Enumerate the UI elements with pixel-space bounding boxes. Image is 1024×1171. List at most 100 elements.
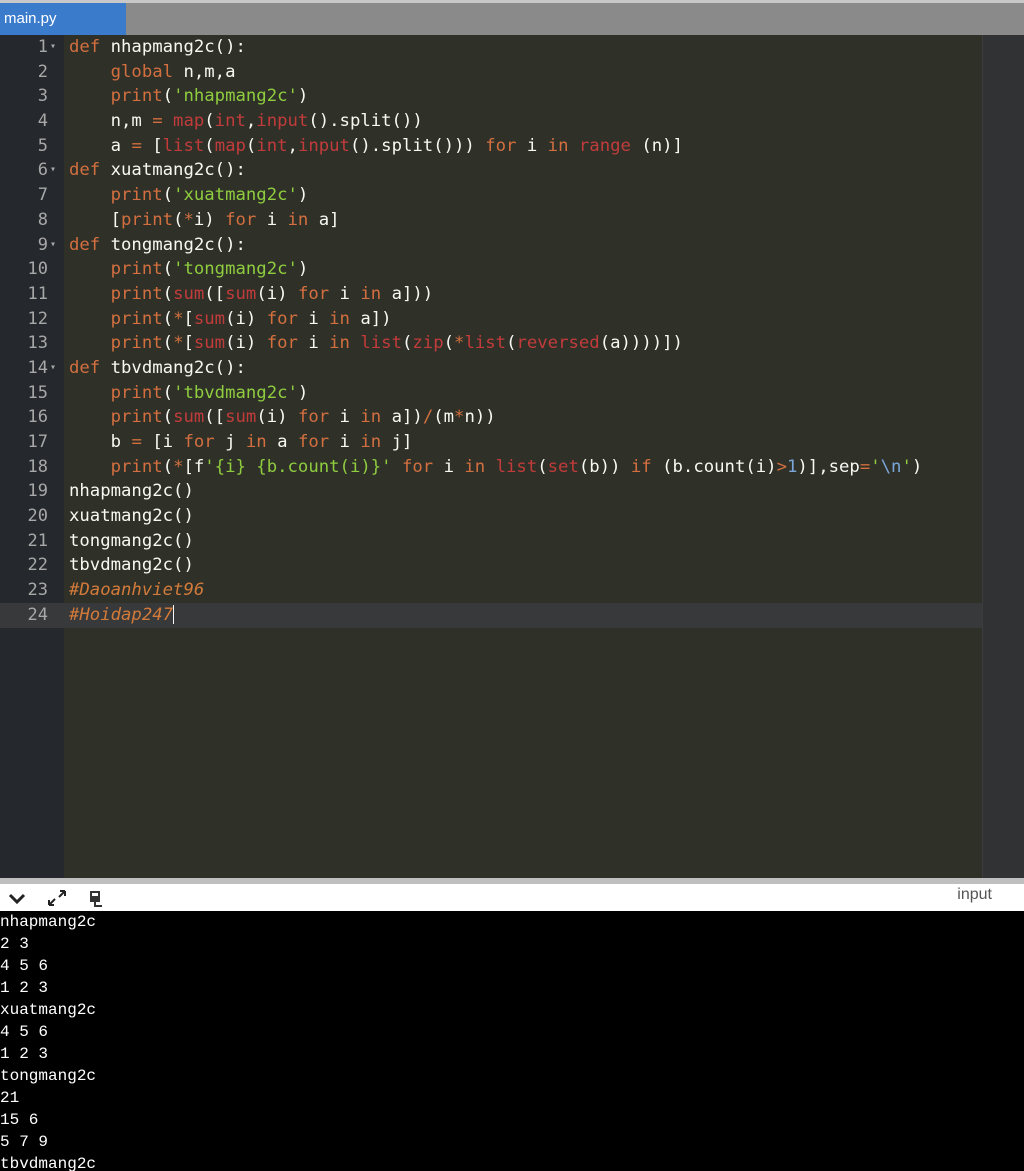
code-line[interactable]: 18 print(*[f'{i} {b.count(i)}' for i in … [0, 455, 1024, 480]
code-token: reversed [516, 333, 600, 354]
expand-icon[interactable] [46, 888, 68, 908]
console-line: tongmang2c [0, 1067, 97, 1085]
code-token: n,m [69, 111, 153, 132]
code-text: tbvdmang2c() [69, 553, 194, 578]
line-number: 22 [27, 555, 48, 576]
code-token: ) [297, 86, 309, 107]
code-line[interactable]: 5 a = [list(map(int,input().split())) fo… [0, 134, 1024, 159]
code-line[interactable]: 24 #Hoidap247 [0, 602, 982, 628]
line-number: 7 [37, 185, 48, 206]
code-token: ' [870, 456, 881, 477]
code-text: print(sum([sum(i) for i in a])) [69, 282, 434, 307]
code-token: (i) [225, 333, 267, 354]
code-text: def nhapmang2c(): [69, 35, 246, 60]
code-line[interactable]: 19 nhapmang2c() [0, 479, 1024, 504]
code-token: i) [193, 209, 226, 230]
code-line[interactable]: 22 tbvdmang2c() [0, 553, 1024, 578]
line-number: 23 [27, 580, 48, 601]
code-line[interactable]: 1 ▾ def nhapmang2c(): [0, 35, 1024, 60]
code-token: for [297, 407, 330, 428]
code-token: 'tbvdmang2c' [173, 382, 298, 403]
code-token: , [287, 135, 298, 156]
fold-arrow-icon[interactable]: ▾ [50, 356, 56, 381]
code-token: / [422, 407, 434, 428]
clear-console-icon[interactable] [86, 888, 108, 908]
code-text: print('xuatmang2c') [69, 183, 309, 208]
code-line[interactable]: 14 ▾ def tbvdmang2c(): [0, 356, 1024, 381]
code-line[interactable]: 17 b = [i for j in a for i in j] [0, 430, 1024, 455]
line-number: 24 [27, 604, 48, 625]
code-line[interactable]: 10 print('tongmang2c') [0, 257, 1024, 282]
code-token: ( [162, 283, 174, 304]
code-line[interactable]: 11 print(sum([sum(i) for i in a])) [0, 282, 1024, 307]
code-token: sum [193, 333, 226, 354]
code-token: in [287, 209, 309, 230]
code-line[interactable]: 13 print(*[sum(i) for i in list(zip(*lis… [0, 331, 1024, 356]
code-line[interactable]: 3 print('nhapmang2c') [0, 84, 1024, 109]
code-line[interactable]: 20 xuatmang2c() [0, 504, 1024, 529]
code-token: global [110, 61, 174, 82]
code-line[interactable]: 7 print('xuatmang2c') [0, 183, 1024, 208]
text-cursor [173, 605, 175, 625]
code-line[interactable]: 21 tongmang2c() [0, 529, 1024, 554]
input-label[interactable]: input [957, 886, 992, 904]
code-line[interactable]: 23 #Daoanhviet96 [0, 578, 1024, 603]
code-token: [ [183, 308, 194, 329]
code-token: i [433, 456, 465, 477]
code-token: print [121, 209, 174, 230]
code-token: i [297, 333, 330, 354]
code-token: (m [433, 407, 455, 428]
code-token: '{i} {b.count(i)}' [204, 456, 392, 477]
fold-arrow-icon[interactable]: ▾ [50, 35, 56, 60]
code-line[interactable]: 6 ▾ def xuatmang2c(): [0, 158, 1024, 183]
code-line[interactable]: 8 [print(*i) for i in a] [0, 208, 1024, 233]
code-token: j] [381, 432, 413, 452]
code-line[interactable]: 4 n,m = map(int,input().split()) [0, 109, 1024, 134]
code-token: = [131, 432, 142, 452]
code-line[interactable]: 12 print(*[sum(i) for i in a]) [0, 307, 1024, 332]
code-editor[interactable]: 1 ▾ def nhapmang2c(): 2 global n,m,a 3 print… [0, 35, 1024, 878]
line-number: 20 [27, 506, 48, 527]
fold-arrow-icon[interactable]: ▾ [50, 233, 56, 258]
tab-main-py[interactable]: main.py [0, 3, 126, 35]
code-token: def [69, 357, 101, 378]
code-text: b = [i for j in a for i in j] [69, 430, 413, 455]
line-number: 14 [27, 357, 48, 378]
code-token: #Hoidap247 [69, 604, 174, 625]
code-line[interactable]: 15 print('tbvdmang2c') [0, 381, 1024, 406]
code-line[interactable]: 9 ▾ def tongmang2c(): [0, 233, 1024, 258]
code-token: a [266, 432, 298, 452]
code-token: = [131, 135, 142, 156]
code-text: #Hoidap247 [69, 603, 175, 628]
code-token: in [329, 333, 350, 354]
code-line[interactable]: 16 print(sum([sum(i) for i in a])/(m*n)) [0, 405, 1024, 430]
code-token: input [256, 111, 309, 132]
code-token: list [495, 456, 538, 477]
code-line[interactable]: 2 global n,m,a [0, 60, 1024, 85]
code-token: print [110, 308, 163, 329]
code-token: ( [204, 135, 215, 156]
code-token: print [110, 456, 163, 477]
code-token: (i) [256, 283, 298, 304]
code-token: n)) [464, 407, 496, 428]
code-text: global n,m,a [69, 60, 236, 85]
code-token: in [360, 283, 382, 304]
code-token: for [183, 432, 215, 452]
chevron-down-icon[interactable] [6, 888, 28, 908]
fold-arrow-icon[interactable]: ▾ [50, 158, 56, 183]
code-token: tongmang2c() [69, 530, 194, 551]
code-token: for [401, 456, 434, 477]
code-token: ( [162, 333, 174, 354]
code-token: \n [880, 456, 902, 477]
code-token: i [297, 308, 330, 329]
console-line: 2 3 [0, 935, 29, 953]
code-token: ( [162, 382, 174, 403]
code-token: print [110, 185, 163, 206]
code-token: ( [162, 407, 174, 428]
